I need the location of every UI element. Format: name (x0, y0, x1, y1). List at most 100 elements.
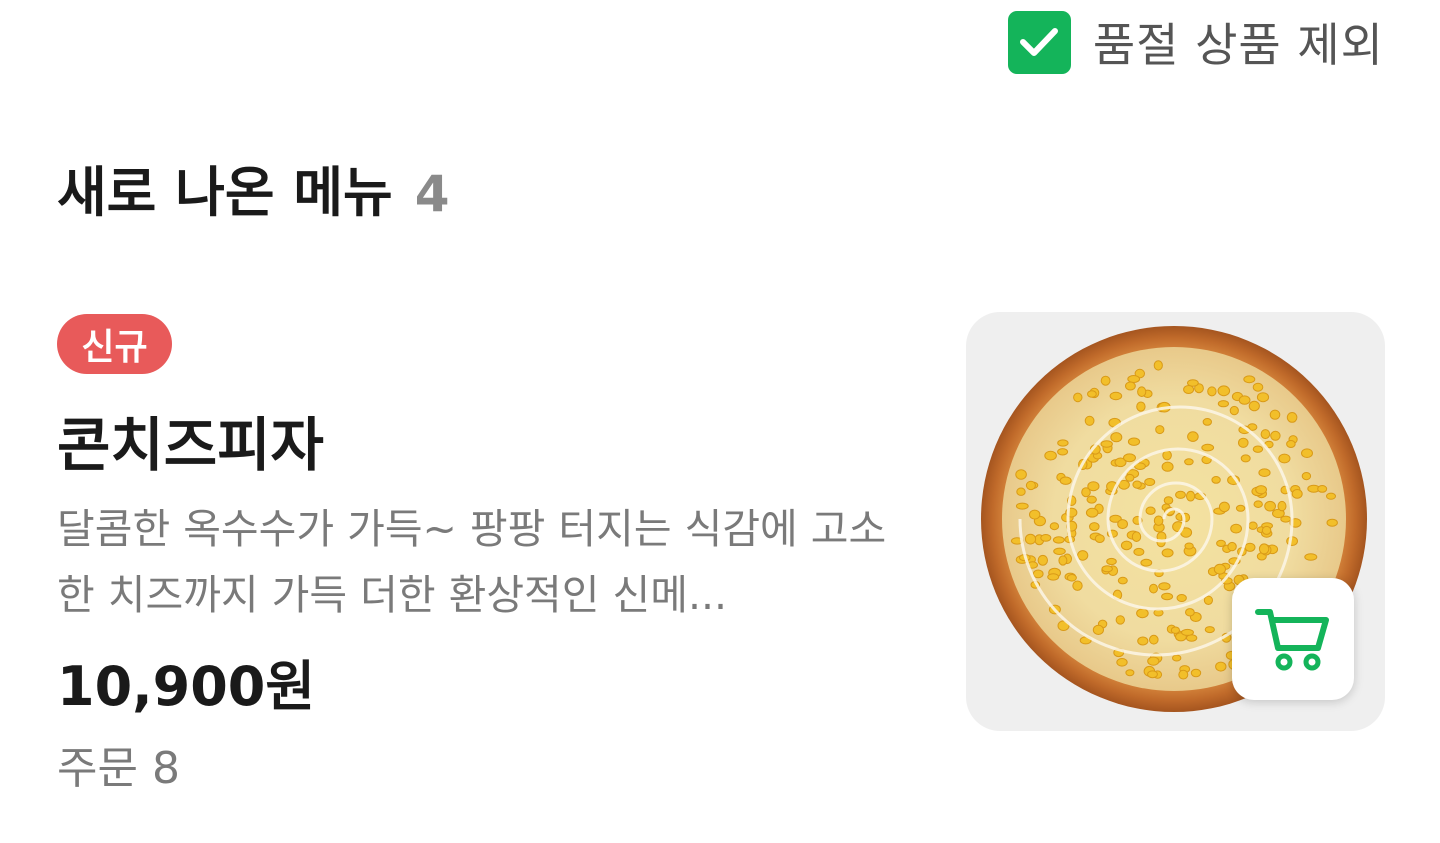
corn-kernel (1258, 468, 1271, 477)
corn-kernel (1187, 431, 1199, 442)
corn-kernel (1255, 485, 1268, 495)
corn-kernel (1132, 480, 1142, 489)
corn-kernel (1163, 496, 1174, 505)
corn-kernel (1170, 626, 1180, 634)
section-count: 4 (414, 165, 450, 223)
corn-kernel (1015, 469, 1027, 480)
corn-kernel (1260, 429, 1271, 440)
section-header: 새로 나온 메뉴 4 (57, 148, 449, 227)
corn-kernel (1175, 490, 1186, 499)
corn-kernel (1304, 553, 1318, 561)
corn-kernel (1317, 485, 1328, 493)
cart-icon (1255, 609, 1329, 671)
corn-kernel (1153, 515, 1164, 526)
item-thumbnail[interactable] (966, 312, 1385, 731)
corn-kernel (1326, 492, 1336, 500)
corn-kernel (1117, 576, 1128, 585)
corn-kernel (1161, 548, 1174, 558)
corn-kernel (1057, 448, 1069, 456)
corn-kernel (1136, 401, 1146, 412)
corn-kernel (1256, 392, 1270, 403)
corn-kernel (1204, 626, 1215, 634)
item-name[interactable]: 콘치즈피자 (57, 398, 324, 482)
corn-kernel (1072, 580, 1083, 591)
corn-kernel (1264, 500, 1277, 512)
corn-kernel (1258, 543, 1270, 555)
corn-kernel (1278, 453, 1291, 464)
corn-kernel (1235, 504, 1246, 512)
corn-kernel (1133, 547, 1145, 556)
corn-kernel (1101, 565, 1113, 573)
corn-kernel (1184, 542, 1194, 550)
add-to-cart-button[interactable] (1232, 578, 1354, 700)
corn-kernel (1183, 385, 1195, 394)
corn-kernel (1053, 547, 1066, 556)
exclude-sold-out-filter[interactable]: 품절 상품 제외 (1007, 9, 1384, 75)
corn-kernel (1158, 582, 1171, 591)
exclude-sold-out-checkbox[interactable] (1007, 10, 1071, 74)
corn-kernel (1052, 536, 1065, 544)
item-description: 달콤한 옥수수가 가득~ 팡팡 터지는 식감에 고소한 치즈까지 가득 더한 환… (57, 505, 887, 619)
corn-kernel (1123, 453, 1136, 463)
corn-kernel (1286, 440, 1296, 448)
corn-kernel (1127, 437, 1141, 446)
corn-kernel (1248, 400, 1260, 412)
corn-kernel (1153, 360, 1163, 371)
item-order-count: 주문 8 (57, 743, 180, 794)
corn-kernel (1217, 385, 1231, 397)
corn-kernel (1137, 636, 1149, 646)
corn-kernel (1244, 542, 1256, 552)
corn-kernel (1215, 661, 1227, 672)
corn-kernel (1077, 550, 1089, 561)
item-price: 10,900원 (57, 655, 316, 718)
corn-kernel (1037, 554, 1049, 566)
corn-kernel (1140, 558, 1153, 567)
new-badge: 신규 (57, 314, 172, 374)
corn-kernel (1016, 487, 1026, 496)
corn-kernel (1161, 461, 1174, 472)
corn-kernel (1270, 430, 1281, 441)
corn-kernel (1190, 668, 1202, 678)
corn-kernel (1176, 594, 1187, 602)
section-title: 새로 나온 메뉴 (57, 161, 393, 224)
corn-kernel (1277, 500, 1287, 512)
corn-kernel (1261, 525, 1272, 535)
corn-kernel (1291, 489, 1303, 499)
corn-kernel (1059, 476, 1072, 485)
corn-kernel (1044, 450, 1057, 461)
corn-kernel (1147, 670, 1158, 679)
corn-kernel (1184, 458, 1194, 466)
corn-kernel (1116, 658, 1128, 667)
corn-kernel (1243, 375, 1256, 384)
corn-kernel (1125, 669, 1135, 677)
corn-kernel (1049, 522, 1060, 531)
corn-kernel (1106, 557, 1117, 566)
corn-kernel (1240, 454, 1251, 463)
corn-kernel (1203, 595, 1213, 605)
corn-kernel (1162, 450, 1172, 461)
corn-kernel (1115, 615, 1126, 625)
corn-kernel (1238, 437, 1249, 448)
corn-kernel (1238, 395, 1251, 405)
corn-kernel (1301, 448, 1313, 458)
corn-kernel (1040, 534, 1052, 542)
corn-kernel (1186, 490, 1196, 502)
menu-item-card[interactable]: 신규 콘치즈피자 달콤한 옥수수가 가득~ 팡팡 터지는 식감에 고소한 치즈까… (57, 312, 1385, 794)
corn-kernel (1125, 473, 1135, 482)
corn-kernel (1089, 522, 1100, 532)
corn-kernel (1120, 540, 1133, 551)
corn-kernel (1131, 531, 1142, 542)
corn-kernel (1015, 502, 1029, 510)
corn-kernel (1149, 634, 1159, 645)
corn-kernel (1147, 656, 1160, 666)
corn-kernel (1024, 533, 1037, 545)
corn-kernel (1326, 518, 1338, 527)
corn-kernel (1094, 534, 1105, 544)
exclude-sold-out-label[interactable]: 품절 상품 제외 (1093, 9, 1384, 75)
corn-kernel (1100, 440, 1113, 448)
corn-kernel (1025, 480, 1036, 491)
corn-kernel (1047, 573, 1060, 581)
corn-kernel (1301, 472, 1312, 481)
corn-kernel (1227, 541, 1237, 552)
corn-kernel (1218, 501, 1230, 513)
